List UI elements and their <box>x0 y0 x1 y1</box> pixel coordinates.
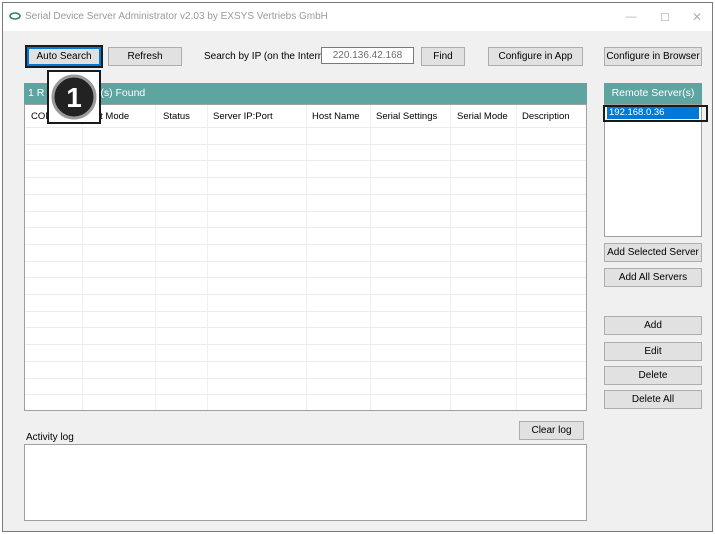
remote-server-highlight <box>603 105 708 122</box>
table-column-line <box>155 105 156 410</box>
app-logo-icon <box>9 12 21 20</box>
activity-log-label: Activity log <box>26 432 74 443</box>
maximize-button[interactable]: ☐ <box>648 3 682 31</box>
table-column-line <box>82 105 83 410</box>
title-bar: Serial Device Server Administrator v2.03… <box>3 3 712 31</box>
edit-button[interactable]: Edit <box>604 342 702 361</box>
search-by-ip-label: Search by IP (on the Internet): <box>204 51 338 62</box>
step-number: 1 <box>66 82 82 113</box>
delete-button[interactable]: Delete <box>604 366 702 385</box>
column-host-name[interactable]: Host Name <box>312 111 360 122</box>
add-selected-server-button[interactable]: Add Selected Server <box>604 243 702 262</box>
find-button[interactable]: Find <box>421 47 465 66</box>
remote-servers-list[interactable]: 192.168.0.36 <box>604 104 702 237</box>
configure-in-app-button[interactable]: Configure in App <box>488 47 583 66</box>
ip-address-input[interactable]: 220.136.42.168 <box>321 47 414 64</box>
auto-search-highlight <box>25 45 103 68</box>
table-column-line <box>516 105 517 410</box>
minimize-button[interactable]: — <box>614 3 648 31</box>
table-column-line <box>207 105 208 410</box>
clear-log-button[interactable]: Clear log <box>519 421 584 440</box>
table-column-line <box>450 105 451 410</box>
add-button[interactable]: Add <box>604 316 702 335</box>
activity-log-textarea[interactable] <box>24 444 587 521</box>
table-column-line <box>306 105 307 410</box>
add-all-servers-button[interactable]: Add All Servers <box>604 268 702 287</box>
configure-in-browser-button[interactable]: Configure in Browser <box>604 47 702 66</box>
table-column-line <box>370 105 371 410</box>
column-server-ip-port[interactable]: Server IP:Port <box>213 111 273 122</box>
column-description[interactable]: Description <box>522 111 570 122</box>
column-serial-mode[interactable]: Serial Mode <box>457 111 508 122</box>
step-number-badge: 1 <box>47 70 101 124</box>
servers-found-label: (s) Found <box>100 87 146 99</box>
column-status[interactable]: Status <box>163 111 190 122</box>
delete-all-button[interactable]: Delete All <box>604 390 702 409</box>
window-title: Serial Device Server Administrator v2.03… <box>25 11 328 22</box>
servers-found-header: 1 R (s) Found <box>24 83 587 104</box>
remote-servers-header: Remote Server(s) <box>604 83 702 104</box>
column-serial-settings[interactable]: Serial Settings <box>376 111 437 122</box>
close-button[interactable]: ✕ <box>680 3 714 31</box>
servers-table[interactable]: COM Net Mode Status Server IP:Port Host … <box>24 104 587 411</box>
refresh-button[interactable]: Refresh <box>108 47 182 66</box>
servers-found-count: 1 R <box>28 87 45 99</box>
